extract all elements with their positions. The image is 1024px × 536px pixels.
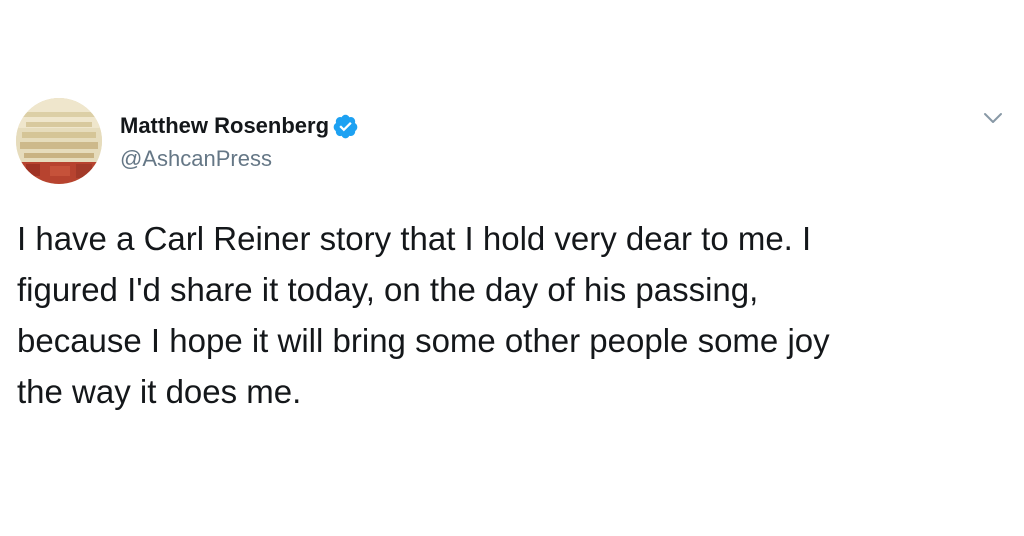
author-display-name[interactable]: Matthew Rosenberg — [120, 112, 329, 140]
verified-badge-icon — [332, 113, 359, 140]
tweet-author: Matthew Rosenberg @AshcanPress — [120, 112, 359, 172]
avatar-image — [16, 98, 102, 184]
tweet-card: Matthew Rosenberg @AshcanPress I have a … — [0, 0, 1024, 536]
author-handle[interactable]: @AshcanPress — [120, 146, 359, 172]
author-name-row: Matthew Rosenberg — [120, 112, 359, 140]
tweet-text: I have a Carl Reiner story that I hold v… — [17, 220, 830, 410]
avatar[interactable] — [16, 98, 102, 184]
chevron-down-icon[interactable] — [980, 108, 1006, 128]
